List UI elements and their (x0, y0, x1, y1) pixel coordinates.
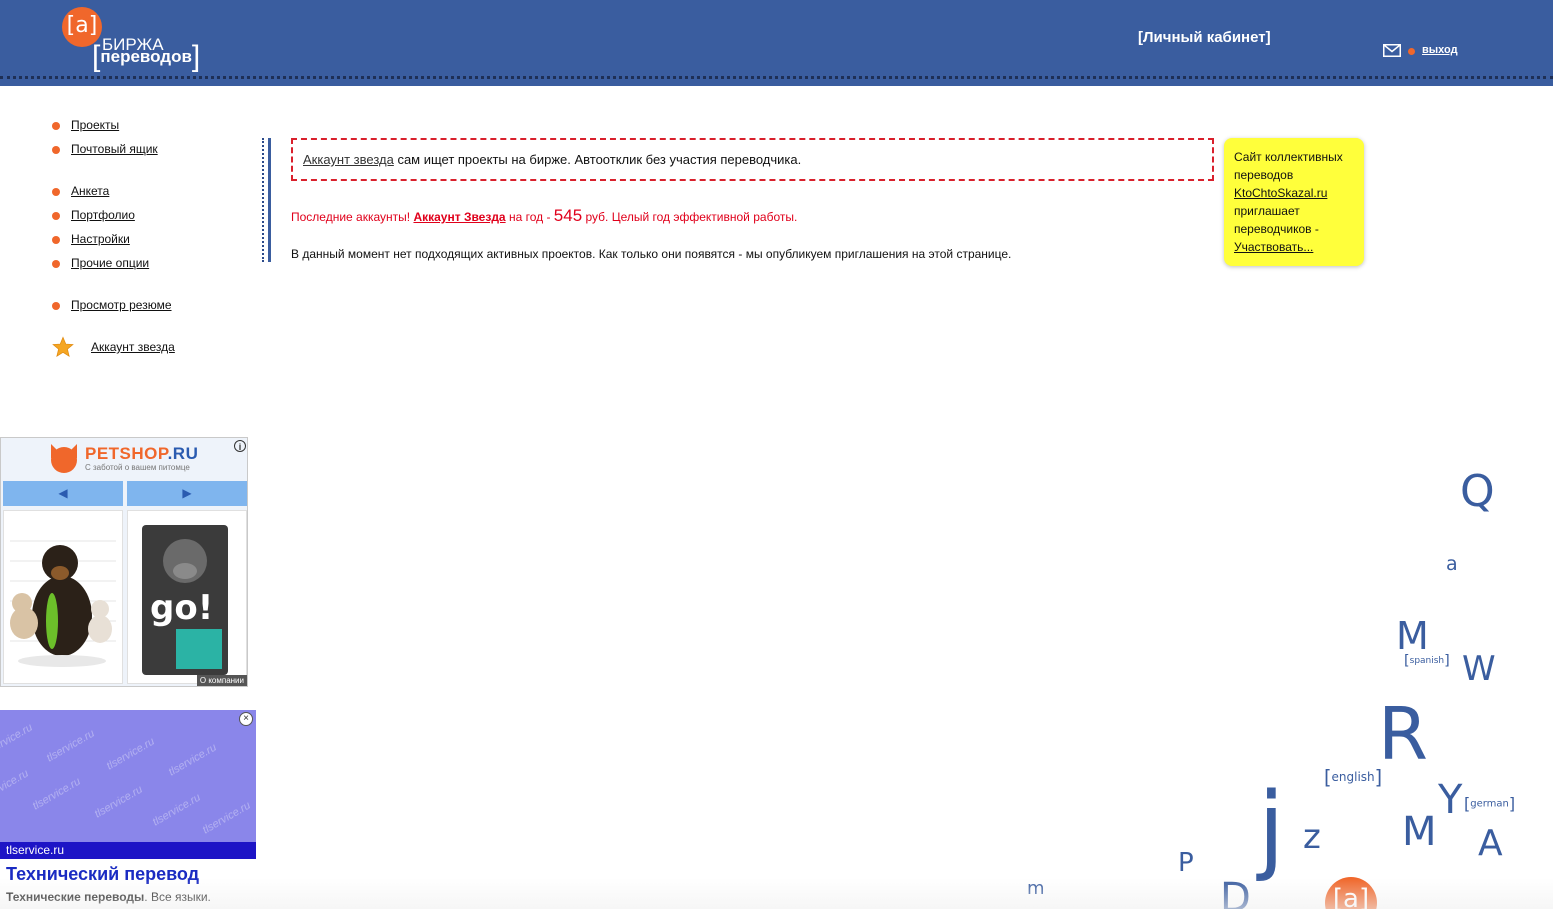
bullet-icon (52, 260, 60, 268)
decor-letter: R (1378, 692, 1429, 776)
bullet-icon (52, 212, 60, 220)
site-logo[interactable]: [a] БИРЖА [переводов] (62, 7, 222, 73)
star-icon (52, 336, 74, 357)
bottom-scroll-fade (0, 878, 1553, 909)
decor-letter: Y (1438, 777, 1463, 823)
tlservice-desc-rest: . Все языки. (144, 890, 211, 904)
dogs-product-image (4, 511, 122, 683)
lang-tag-label: german (1470, 798, 1509, 810)
petshop-ad[interactable]: i PETSHOP.RU С заботой о вашем питомце ◀… (0, 437, 248, 687)
bullet-icon (52, 236, 60, 244)
participate-link[interactable]: Участвовать... (1234, 240, 1313, 254)
go-food-product-image: go! (128, 511, 246, 683)
about-company-link[interactable]: О компании (196, 675, 247, 686)
carousel-next-button[interactable]: ▶ (127, 481, 247, 506)
content-divider-dotted (262, 138, 264, 262)
petshop-brand-name: PETSHOP (85, 444, 168, 463)
note-text: Сайт коллективных переводов KtoChtoSkaza… (1234, 148, 1359, 256)
lang-tag-label: english (1331, 770, 1375, 785)
mail-icon[interactable] (1383, 44, 1401, 57)
bullet-icon (52, 122, 60, 130)
cat-logo-icon (51, 444, 77, 473)
promo-star-account-link[interactable]: Аккаунт Звезда (413, 210, 505, 224)
decor-letter: D (1220, 875, 1251, 909)
decor-lang-tag: [spanish] (1404, 653, 1450, 669)
carousel-prev-button[interactable]: ◀ (3, 481, 123, 506)
watermark-text: tlservice.ru (0, 721, 35, 759)
logo-bottom-label: переводов (100, 47, 192, 66)
content-divider-solid (268, 138, 271, 262)
decor-letter: M (1396, 614, 1429, 658)
watermark-text: tlservice.ru (104, 735, 157, 773)
watermark-text: tlservice.ru (200, 799, 253, 837)
star-account-notice: Аккаунт звезда сам ищет проекты на бирже… (291, 138, 1214, 181)
tlservice-ad-banner[interactable]: tlservice.ru tlservice.ru tlservice.ru t… (0, 710, 256, 842)
watermark-text: tlservice.ru (166, 741, 219, 779)
ktochtoskazal-link[interactable]: KtoChtoSkazal.ru (1234, 186, 1327, 200)
watermark-text: tlservice.ru (0, 767, 31, 805)
sidebar-item-label[interactable]: Проекты (71, 118, 119, 132)
header-dotted-divider (0, 76, 1553, 79)
decor-lang-tag: [english] (1324, 766, 1383, 789)
note-line1: Сайт коллективных переводов (1234, 150, 1343, 182)
bullet-icon (52, 302, 60, 310)
sidebar-item-label[interactable]: Аккаунт звезда (91, 340, 175, 354)
sidebar-item-label[interactable]: Прочие опции (71, 256, 149, 270)
decor-lang-tag: [german] (1464, 794, 1516, 813)
tlservice-domain[interactable]: tlservice.ru (6, 843, 64, 857)
decor-letter: W (1462, 649, 1496, 689)
promo-prefix: Последние аккаунты! (291, 210, 414, 224)
watermark-text: tlservice.ru (44, 727, 97, 765)
decor-letter: m (1027, 878, 1045, 899)
sidebar-item-label[interactable]: Просмотр резюме (71, 298, 172, 312)
collective-translation-note: Сайт коллективных переводов KtoChtoSkaza… (1224, 138, 1364, 266)
star-account-link[interactable]: Аккаунт звезда (303, 152, 394, 167)
petshop-brand-tld: .RU (167, 444, 199, 463)
decor-letter: Q (1460, 466, 1495, 517)
lang-tag-label: spanish (1409, 655, 1445, 666)
bullet-icon (52, 188, 60, 196)
petshop-brand: PETSHOP.RU (85, 444, 198, 464)
tlservice-domain-bar[interactable]: tlservice.ru (0, 842, 256, 859)
sidebar-item-label[interactable]: Настройки (71, 232, 130, 246)
page-title: [Личный кабинет] (1138, 29, 1271, 46)
notice-text: Аккаунт звезда сам ищет проекты на бирже… (303, 152, 801, 167)
decor-letter: j (1258, 772, 1285, 884)
product-card-go-food[interactable]: go! (127, 510, 247, 684)
promo-middle: на год - (505, 210, 554, 224)
sidebar-item-label[interactable]: Почтовый ящик (71, 142, 158, 156)
empty-projects-message: В данный момент нет подходящих активных … (291, 247, 1012, 261)
notice-body: сам ищет проекты на бирже. Автоотклик бе… (393, 152, 802, 167)
bullet-icon (52, 146, 60, 154)
decor-letter: P (1178, 848, 1194, 878)
decor-letter: A (1478, 823, 1503, 864)
watermark-text: tlservice.ru (92, 783, 145, 821)
logo-bottom-text: [переводов] (92, 40, 201, 73)
site-header (0, 0, 1553, 82)
watermark-text: tlservice.ru (150, 791, 203, 829)
product-card-dogs[interactable] (3, 510, 123, 684)
sidebar-item-label[interactable]: Портфолио (71, 208, 135, 222)
promo-suffix: руб. Целый год эффективной работы. (582, 210, 798, 224)
logout-bullet-icon (1408, 48, 1415, 55)
petshop-tagline: С заботой о вашем питомце (85, 463, 190, 472)
watermark-text: tlservice.ru (30, 775, 83, 813)
bottom-logo-badge[interactable]: [a] (1325, 877, 1377, 909)
tlservice-desc-bold: Технические переводы (6, 890, 145, 904)
info-icon[interactable]: i (234, 440, 246, 452)
sidebar-item-label[interactable]: Анкета (71, 184, 109, 198)
header-bottom-strip (0, 82, 1553, 86)
go-logo-text: go! (150, 588, 213, 628)
decor-letter: M (1402, 809, 1437, 855)
promo-line: Последние аккаунты! Аккаунт Звезда на го… (291, 206, 797, 226)
decor-letter: z (1303, 817, 1321, 857)
promo-price: 545 (553, 206, 583, 225)
close-icon[interactable]: × (239, 712, 253, 726)
tlservice-ad-title[interactable]: Технический перевод (6, 864, 199, 885)
note-line2: приглашает переводчиков - (1234, 204, 1319, 236)
decor-letter: a (1446, 553, 1458, 575)
logout-link[interactable]: выход (1422, 44, 1458, 56)
tlservice-ad-description: Технические переводы. Все языки. (6, 890, 211, 904)
